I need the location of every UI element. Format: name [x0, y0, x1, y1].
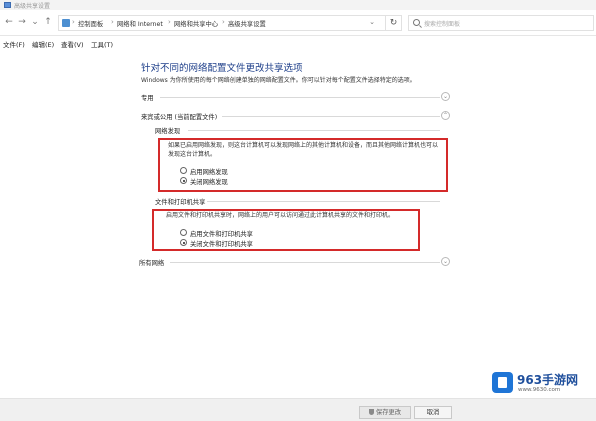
search-icon: [413, 19, 420, 26]
divider: [170, 262, 440, 263]
breadcrumb-item-advanced-sharing[interactable]: 高级共享设置: [228, 19, 266, 28]
radio-enable-network-discovery[interactable]: 启用网络发现: [180, 167, 280, 176]
chevron-down-icon[interactable]: ⌄: [369, 18, 375, 26]
search-input[interactable]: 搜索控制面板: [408, 15, 594, 31]
window-title: 高级共享设置: [14, 3, 51, 10]
chevron-up-icon[interactable]: ⌃: [441, 111, 450, 120]
divider: [160, 97, 440, 98]
radio-label: 启用文件和打印机共享: [190, 231, 253, 238]
menu-edit[interactable]: 编辑(E): [32, 39, 54, 49]
network-discovery-title: 网络发现: [155, 128, 181, 135]
profile-private-label[interactable]: 专用: [141, 93, 154, 102]
breadcrumb-separator: ›: [111, 18, 114, 26]
file-printer-sharing-title: 文件和打印机共享: [155, 199, 206, 206]
radio-label: 启用网络发现: [190, 169, 228, 176]
profile-all-networks-label[interactable]: 所有网络: [139, 258, 164, 267]
radio-label: 关闭文件和打印机共享: [190, 241, 253, 248]
breadcrumb[interactable]: › 控制面板 › 网络和 Internet › 网络和共享中心 › 高级共享设置…: [58, 15, 402, 31]
radio-enable-file-printer-sharing[interactable]: 启用文件和打印机共享: [180, 229, 300, 238]
divider: [207, 201, 440, 202]
menu-bar: 文件(F) 编辑(E) 查看(V) 工具(T): [0, 37, 596, 50]
network-discovery-description: 如果已启用网络发现，则这台计算机可以发现网络上的其他计算机和设备，而且其他网络计…: [168, 142, 439, 158]
refresh-icon[interactable]: ↻: [385, 15, 401, 31]
menu-view[interactable]: 查看(V): [61, 39, 84, 49]
breadcrumb-separator: ›: [72, 18, 75, 26]
breadcrumb-item-sharing-center[interactable]: 网络和共享中心: [174, 19, 218, 28]
up-arrow-icon[interactable]: ↑: [43, 17, 53, 27]
chevron-down-icon[interactable]: ⌄: [441, 257, 450, 266]
divider: [188, 130, 440, 131]
footer-bar: [0, 398, 596, 421]
title-bar: 高级共享设置: [0, 0, 596, 10]
profile-guest-public-label[interactable]: 来宾或公用 (当前配置文件): [141, 112, 217, 121]
breadcrumb-separator: ›: [222, 18, 225, 26]
page-title: 针对不同的网络配置文件更改共享选项: [141, 63, 303, 74]
cancel-button[interactable]: 取消: [414, 406, 452, 419]
radio-disable-network-discovery[interactable]: 关闭网络发现: [180, 177, 280, 186]
radio-button[interactable]: [180, 167, 187, 174]
search-placeholder: 搜索控制面板: [424, 21, 461, 28]
radio-label: 关闭网络发现: [190, 179, 228, 186]
radio-button-selected[interactable]: [180, 239, 187, 246]
radio-button[interactable]: [180, 229, 187, 236]
shield-icon: [368, 409, 374, 415]
page-description: Windows 为你所使用的每个网络创建单独的网络配置文件。你可以针对每个配置文…: [141, 77, 416, 84]
watermark-url: www.9630.com: [518, 387, 561, 393]
radio-button-selected[interactable]: [180, 177, 187, 184]
recent-locations-icon[interactable]: ⌄: [30, 17, 40, 27]
breadcrumb-item-network-internet[interactable]: 网络和 Internet: [117, 19, 163, 28]
control-panel-icon: [62, 19, 70, 27]
menu-file[interactable]: 文件(F): [3, 39, 25, 49]
breadcrumb-item-control-panel[interactable]: 控制面板: [78, 19, 103, 28]
chevron-down-icon[interactable]: ⌄: [441, 92, 450, 101]
save-button-label: 保存更改: [375, 409, 402, 416]
control-panel-icon: [4, 2, 11, 8]
forward-arrow-icon[interactable]: →: [17, 17, 27, 27]
radio-disable-file-printer-sharing[interactable]: 关闭文件和打印机共享: [180, 239, 300, 248]
menu-tools[interactable]: 工具(T): [91, 39, 113, 49]
watermark-brand: 963手游网: [517, 373, 579, 387]
breadcrumb-separator: ›: [168, 18, 171, 26]
file-printer-sharing-description: 启用文件和打印机共享时，网络上的用户可以访问通过此计算机共享的文件和打印机。: [166, 212, 395, 219]
save-changes-button[interactable]: 保存更改: [359, 406, 411, 419]
address-bar: ← → ⌄ ↑ › 控制面板 › 网络和 Internet › 网络和共享中心 …: [0, 10, 596, 36]
back-arrow-icon[interactable]: ←: [4, 17, 14, 27]
divider: [222, 116, 440, 117]
watermark-logo-icon: [492, 372, 513, 393]
